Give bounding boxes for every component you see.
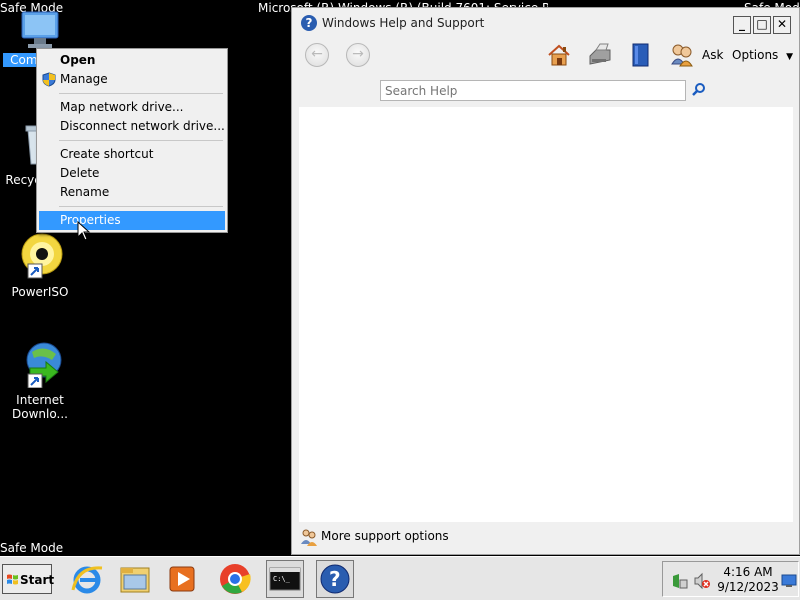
print-icon[interactable]: [586, 42, 614, 68]
window-title: Windows Help and Support: [322, 16, 485, 30]
menu-item-label: Create shortcut: [60, 147, 154, 161]
options-label: Options: [732, 48, 779, 62]
help-toolbar: ← → Ask Options ▼: [292, 36, 799, 76]
safe-mode-label-bottom-left: Safe Mode: [0, 541, 64, 555]
context-menu: Open Manage Map network drive... Disconn…: [36, 48, 228, 233]
menu-item-open[interactable]: Open: [39, 51, 225, 70]
options-button[interactable]: Options ▼: [732, 48, 793, 62]
menu-item-label: Map network drive...: [60, 100, 184, 114]
show-desktop-icon[interactable]: [781, 574, 797, 588]
system-tray: 4:16 AM 9/12/2023: [662, 561, 799, 597]
search-input[interactable]: [380, 80, 686, 101]
command-prompt-icon: C:\_: [269, 567, 301, 591]
browse-help-icon[interactable]: [630, 42, 652, 68]
clock[interactable]: 4:16 AM 9/12/2023: [715, 565, 781, 595]
help-icon: ?: [320, 564, 350, 594]
menu-item-manage[interactable]: Manage: [39, 70, 225, 89]
support-people-icon: [301, 529, 317, 546]
menu-item-map-network-drive[interactable]: Map network drive...: [39, 98, 225, 117]
menu-item-rename[interactable]: Rename: [39, 183, 225, 202]
windows-logo-icon: [7, 574, 18, 585]
desktop-icon-internet-download-manager[interactable]: Internet Downlo...: [3, 340, 77, 421]
menu-item-label: Open: [60, 53, 96, 67]
poweriso-icon: [21, 233, 63, 279]
desktop-icon-label: PowerISO: [11, 285, 69, 299]
svg-text:?: ?: [329, 567, 341, 591]
help-content-area: [299, 107, 793, 522]
start-button[interactable]: Start: [2, 564, 55, 594]
more-support-options-link[interactable]: More support options: [300, 528, 449, 546]
file-explorer-icon[interactable]: [116, 560, 154, 598]
search-icon[interactable]: [691, 82, 707, 98]
menu-item-label: Delete: [60, 166, 100, 180]
mouse-cursor-icon: [77, 221, 91, 241]
svg-text:C:\_: C:\_: [273, 575, 291, 583]
window-titlebar[interactable]: ? Windows Help and Support _ □ ✕: [292, 8, 799, 36]
menu-item-disconnect-network-drive[interactable]: Disconnect network drive...: [39, 117, 225, 136]
internet-explorer-icon[interactable]: [68, 560, 106, 598]
minimize-button[interactable]: _: [733, 16, 751, 34]
chrome-icon[interactable]: [216, 560, 254, 598]
help-support-window: ? Windows Help and Support _ □ ✕ ← → Ask…: [291, 7, 800, 555]
shield-icon: [42, 72, 56, 87]
menu-item-label: Disconnect network drive...: [60, 119, 225, 133]
clock-date: 9/12/2023: [717, 580, 779, 594]
menu-item-label: Manage: [60, 72, 108, 86]
chevron-down-icon: ▼: [786, 52, 794, 62]
home-icon[interactable]: [546, 42, 572, 68]
back-button[interactable]: ←: [305, 43, 329, 67]
taskbar: Start C:\_ ? 4:16 AM 9/12/2023: [0, 556, 800, 600]
support-label: More support options: [321, 529, 449, 543]
action-center-icon[interactable]: [671, 572, 689, 590]
media-player-icon[interactable]: [164, 560, 202, 598]
command-prompt-button[interactable]: C:\_: [266, 560, 304, 598]
maximize-button[interactable]: □: [753, 16, 771, 34]
menu-item-label: Rename: [60, 185, 110, 199]
start-label: Start: [20, 573, 55, 587]
desktop-icon-poweriso[interactable]: PowerISO: [3, 232, 77, 299]
desktop-icon-label: Internet Downlo...: [12, 393, 68, 421]
clock-time: 4:16 AM: [723, 565, 773, 579]
menu-item-properties[interactable]: Properties: [39, 211, 225, 230]
menu-separator: [59, 206, 223, 207]
forward-button[interactable]: →: [346, 43, 370, 67]
menu-separator: [59, 93, 223, 94]
volume-muted-icon[interactable]: [693, 572, 711, 590]
internet-download-manager-icon: [26, 342, 62, 389]
menu-separator: [59, 140, 223, 141]
help-support-taskbar-button[interactable]: ?: [316, 560, 354, 598]
close-button[interactable]: ✕: [773, 16, 791, 34]
ask-icon[interactable]: [670, 42, 694, 68]
help-icon: ?: [301, 15, 317, 31]
menu-item-create-shortcut[interactable]: Create shortcut: [39, 145, 225, 164]
ask-button[interactable]: Ask: [702, 48, 723, 62]
menu-item-delete[interactable]: Delete: [39, 164, 225, 183]
